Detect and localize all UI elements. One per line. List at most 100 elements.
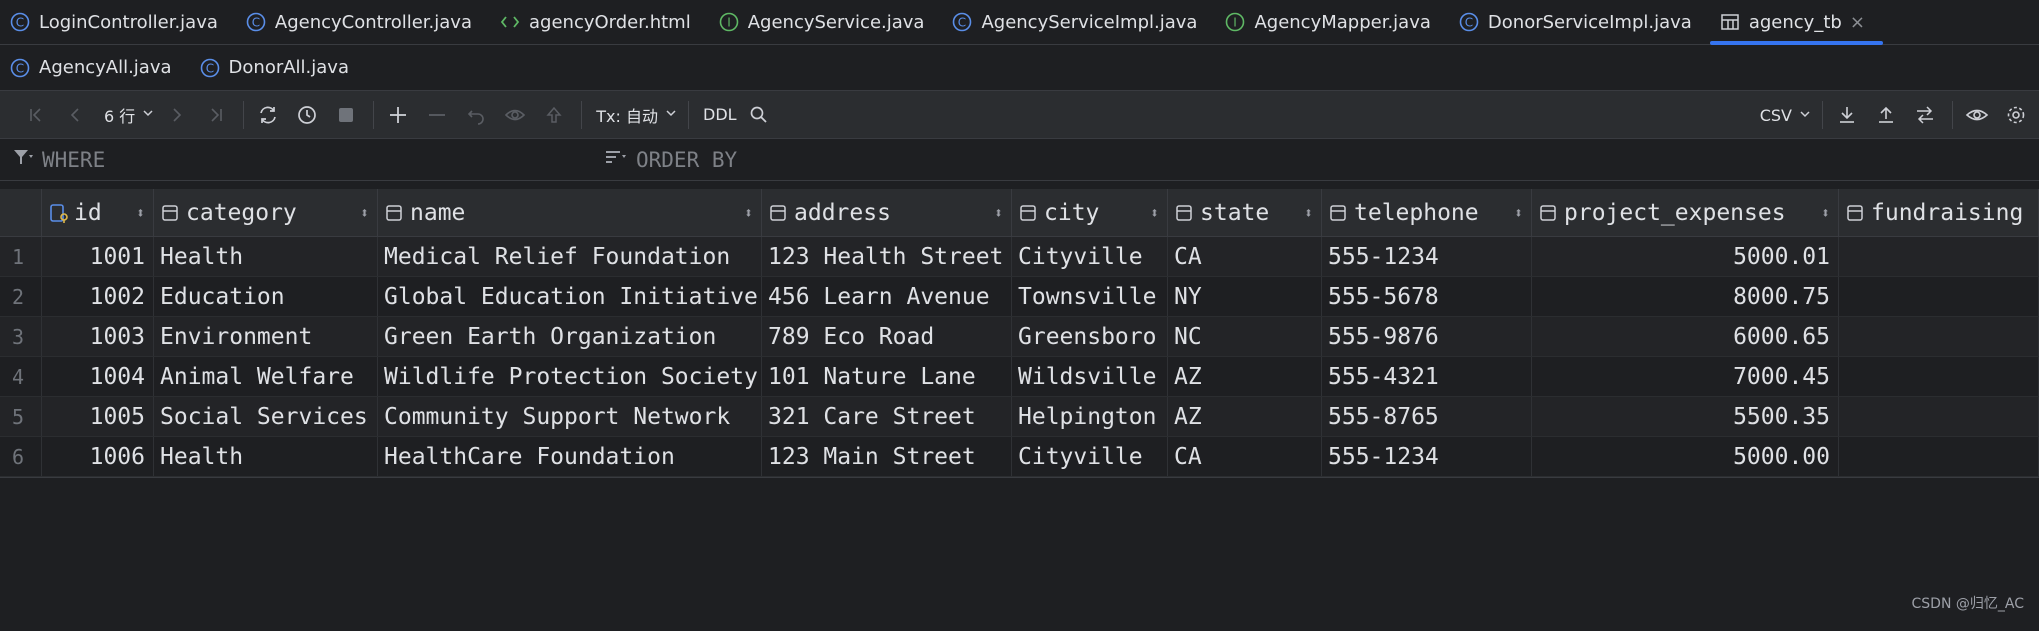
cell-category[interactable]: Education [154, 277, 378, 316]
cell-project-expenses[interactable]: 8000.75 [1532, 277, 1839, 316]
column-header-telephone[interactable]: telephone ⬍ [1322, 189, 1532, 236]
cell-fundraising[interactable] [1839, 277, 2039, 316]
delete-row-icon[interactable] [421, 99, 453, 131]
cell-address[interactable]: 456 Learn Avenue [762, 277, 1012, 316]
table-row[interactable]: 4 1004 Animal Welfare Wildlife Protectio… [0, 357, 2039, 397]
revert-icon[interactable] [460, 99, 492, 131]
column-header-city[interactable]: city ⬍ [1012, 189, 1168, 236]
add-row-icon[interactable] [382, 99, 414, 131]
export-format-dropdown[interactable]: CSV [1754, 106, 1818, 125]
table-row[interactable]: 5 1005 Social Services Community Support… [0, 397, 2039, 437]
tab-donor-all[interactable]: C DonorAll.java [190, 45, 367, 90]
cell-id[interactable]: 1001 [42, 237, 154, 276]
tab-agency-mapper[interactable]: I AgencyMapper.java [1215, 0, 1448, 44]
sort-icon[interactable]: ⬍ [1150, 204, 1159, 222]
table-row[interactable]: 3 1003 Environment Green Earth Organizat… [0, 317, 2039, 357]
next-page-icon[interactable] [161, 99, 193, 131]
sort-icon[interactable]: ⬍ [744, 204, 753, 222]
cell-category[interactable]: Social Services [154, 397, 378, 436]
cell-category[interactable]: Health [154, 237, 378, 276]
tab-agency-service[interactable]: I AgencyService.java [709, 0, 943, 44]
cell-state[interactable]: CA [1168, 237, 1322, 276]
sort-icon[interactable]: ⬍ [360, 204, 369, 222]
cell-category[interactable]: Animal Welfare [154, 357, 378, 396]
column-header-fundraising[interactable]: fundraising [1839, 189, 2039, 236]
upload-icon[interactable] [1870, 99, 1902, 131]
cell-city[interactable]: Helpington [1012, 397, 1168, 436]
cell-state[interactable]: NY [1168, 277, 1322, 316]
cell-address[interactable]: 321 Care Street [762, 397, 1012, 436]
cell-state[interactable]: NC [1168, 317, 1322, 356]
sort-icon[interactable]: ⬍ [1304, 204, 1313, 222]
close-icon[interactable]: × [1850, 12, 1865, 33]
table-row[interactable]: 6 1006 Health HealthCare Foundation 123 … [0, 437, 2039, 477]
cell-city[interactable]: Townsville [1012, 277, 1168, 316]
cell-name[interactable]: HealthCare Foundation [378, 437, 762, 476]
where-filter-input[interactable]: WHERE [0, 147, 604, 172]
rows-count-dropdown[interactable]: 6 行 [98, 103, 161, 127]
submit-icon[interactable] [538, 99, 570, 131]
tab-agency-all[interactable]: C AgencyAll.java [0, 45, 190, 90]
sort-icon[interactable]: ⬍ [994, 204, 1003, 222]
cell-name[interactable]: Wildlife Protection Society [378, 357, 762, 396]
table-row[interactable]: 2 1002 Education Global Education Initia… [0, 277, 2039, 317]
view-icon[interactable] [1961, 99, 1993, 131]
sort-icon[interactable]: ⬍ [1821, 204, 1830, 222]
cell-fundraising[interactable] [1839, 357, 2039, 396]
column-header-project-expenses[interactable]: project_expenses ⬍ [1532, 189, 1839, 236]
cell-city[interactable]: Wildsville [1012, 357, 1168, 396]
cell-city[interactable]: Cityville [1012, 237, 1168, 276]
order-by-input[interactable]: ORDER BY [604, 147, 737, 172]
cell-telephone[interactable]: 555-9876 [1322, 317, 1532, 356]
compare-icon[interactable] [1909, 99, 1941, 131]
search-icon[interactable] [743, 99, 775, 131]
first-page-icon[interactable] [20, 99, 52, 131]
cell-telephone[interactable]: 555-1234 [1322, 437, 1532, 476]
tab-donor-service-impl[interactable]: C DonorServiceImpl.java [1449, 0, 1710, 44]
ddl-button[interactable]: DDL [697, 105, 743, 124]
tab-agency-tb[interactable]: agency_tb × [1709, 0, 1883, 45]
tab-agency-service-impl[interactable]: C AgencyServiceImpl.java [942, 0, 1215, 44]
preview-changes-icon[interactable] [499, 99, 531, 131]
column-header-state[interactable]: state ⬍ [1168, 189, 1322, 236]
cell-telephone[interactable]: 555-5678 [1322, 277, 1532, 316]
cell-telephone[interactable]: 555-1234 [1322, 237, 1532, 276]
cell-fundraising[interactable] [1839, 437, 2039, 476]
cell-address[interactable]: 123 Health Street [762, 237, 1012, 276]
cell-category[interactable]: Environment [154, 317, 378, 356]
cell-state[interactable]: AZ [1168, 357, 1322, 396]
tab-agency-controller[interactable]: C AgencyController.java [236, 0, 490, 44]
cell-project-expenses[interactable]: 7000.45 [1532, 357, 1839, 396]
cell-name[interactable]: Community Support Network [378, 397, 762, 436]
cell-telephone[interactable]: 555-4321 [1322, 357, 1532, 396]
cell-address[interactable]: 101 Nature Lane [762, 357, 1012, 396]
cell-state[interactable]: AZ [1168, 397, 1322, 436]
table-row[interactable]: 1 1001 Health Medical Relief Foundation … [0, 237, 2039, 277]
cell-name[interactable]: Medical Relief Foundation [378, 237, 762, 276]
tab-agency-order-html[interactable]: agencyOrder.html [490, 0, 709, 44]
cell-category[interactable]: Health [154, 437, 378, 476]
cell-name[interactable]: Green Earth Organization [378, 317, 762, 356]
cell-project-expenses[interactable]: 5500.35 [1532, 397, 1839, 436]
download-icon[interactable] [1831, 99, 1863, 131]
cell-id[interactable]: 1005 [42, 397, 154, 436]
cell-id[interactable]: 1002 [42, 277, 154, 316]
cell-city[interactable]: Greensboro [1012, 317, 1168, 356]
cell-fundraising[interactable] [1839, 237, 2039, 276]
cell-id[interactable]: 1003 [42, 317, 154, 356]
cell-name[interactable]: Global Education Initiative [378, 277, 762, 316]
sort-icon[interactable]: ⬍ [136, 204, 145, 222]
stop-icon[interactable] [330, 99, 362, 131]
cell-project-expenses[interactable]: 5000.00 [1532, 437, 1839, 476]
tab-login-controller[interactable]: C LoginController.java [0, 0, 236, 44]
cell-fundraising[interactable] [1839, 317, 2039, 356]
cell-project-expenses[interactable]: 5000.01 [1532, 237, 1839, 276]
cell-state[interactable]: CA [1168, 437, 1322, 476]
last-page-icon[interactable] [200, 99, 232, 131]
cell-city[interactable]: Cityville [1012, 437, 1168, 476]
cell-id[interactable]: 1006 [42, 437, 154, 476]
column-header-address[interactable]: address ⬍ [762, 189, 1012, 236]
cell-id[interactable]: 1004 [42, 357, 154, 396]
column-header-category[interactable]: category ⬍ [154, 189, 378, 236]
sort-icon[interactable]: ⬍ [1514, 204, 1523, 222]
